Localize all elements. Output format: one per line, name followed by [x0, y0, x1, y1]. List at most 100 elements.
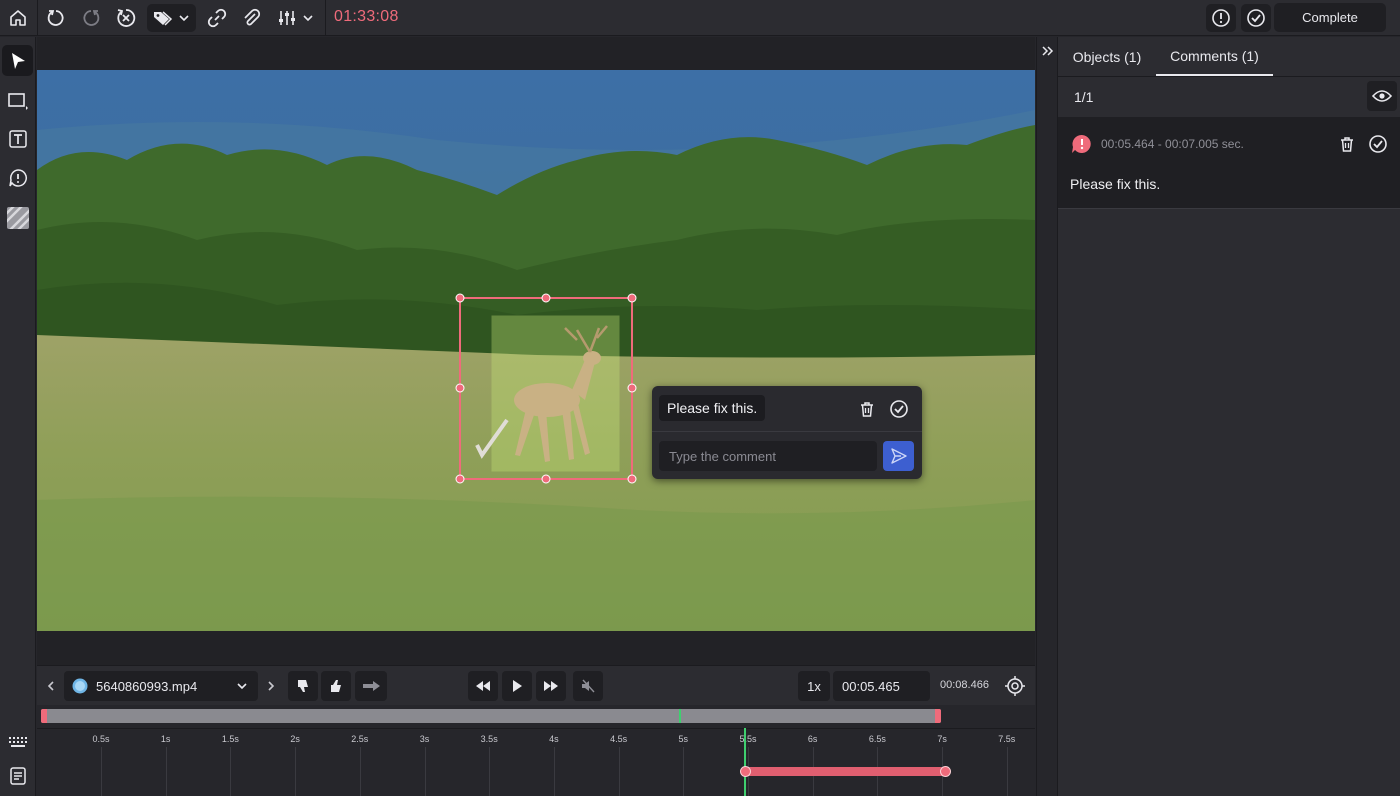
timeline-tick-label: 4.5s	[610, 734, 628, 744]
timeline-scrubber[interactable]	[41, 709, 941, 723]
validate-button[interactable]	[1241, 4, 1271, 32]
sliders-icon	[279, 11, 295, 25]
volume-muted-icon	[582, 679, 595, 693]
playback-speed[interactable]: 1x	[798, 671, 830, 701]
timeline-tick-label: 0.5s	[92, 734, 110, 744]
bounding-box-tool[interactable]	[2, 85, 33, 116]
fast-forward-icon	[544, 681, 558, 691]
focus-playhead-button[interactable]	[1003, 674, 1027, 698]
eye-icon	[1372, 90, 1392, 102]
comment-body: Please fix this.	[1070, 176, 1161, 192]
undo-button[interactable]	[42, 4, 70, 32]
collapse-panel-button[interactable]	[1039, 42, 1057, 60]
mask-tool[interactable]	[2, 202, 33, 233]
previous-file-button[interactable]	[42, 676, 60, 696]
top-toolbar: 01:33:08 Complete	[0, 0, 1400, 36]
scrubber-start-handle[interactable]	[41, 709, 47, 723]
timeline-tick-label: 1s	[160, 734, 171, 744]
video-file-icon	[72, 678, 88, 694]
delete-comment-button[interactable]	[1336, 133, 1358, 155]
check-circle-icon	[890, 400, 908, 418]
issues-button[interactable]	[1206, 4, 1236, 32]
select-tool[interactable]	[2, 45, 33, 76]
timeline-tick-label: 6s	[807, 734, 818, 744]
timeline-tick-line	[618, 747, 620, 796]
instructions-button[interactable]	[2, 760, 33, 791]
undo-icon	[47, 10, 64, 26]
link-button[interactable]	[203, 4, 231, 32]
chevron-down-icon	[303, 15, 313, 22]
complete-button[interactable]: Complete	[1274, 3, 1386, 32]
text-tool[interactable]	[2, 123, 33, 154]
comment-input[interactable]	[659, 441, 877, 471]
tab-objects[interactable]: Objects (1)	[1064, 37, 1150, 76]
scrubber-end-handle[interactable]	[935, 709, 941, 723]
timeline-tick-label: 1.5s	[221, 734, 239, 744]
timeline-tick-label: 7s	[937, 734, 947, 744]
rectangle-icon	[7, 92, 28, 110]
issue-tool[interactable]	[2, 162, 33, 193]
paperclip-icon	[244, 8, 261, 26]
tag-icon	[154, 11, 173, 26]
chevron-left-icon	[47, 681, 54, 691]
toggle-visibility-button[interactable]	[1367, 81, 1397, 111]
timeline-ruler[interactable]: 0.5s 1s 1.5s 2s 2.5s 3s 3.5s 4s 4.5s 5s 5.5s 6s 6.5s…	[37, 728, 1035, 796]
link-icon	[207, 8, 227, 28]
thumbs-up-icon	[331, 680, 341, 692]
timeline-tick-label: 6.5s	[868, 734, 886, 744]
comment-counter: 1/1	[1074, 89, 1094, 105]
mute-button[interactable]	[573, 671, 603, 701]
keyboard-shortcuts-button[interactable]	[2, 726, 33, 757]
home-button[interactable]	[3, 4, 33, 32]
video-frame[interactable]	[37, 70, 1035, 631]
trash-icon	[861, 402, 873, 417]
chevron-down-icon	[179, 15, 189, 22]
annotation-canvas[interactable]	[37, 37, 1035, 665]
timeline-tick-line	[295, 747, 297, 796]
timeline-tick-label: 2.5s	[351, 734, 369, 744]
timeline[interactable]: 0.5s 1s 1.5s 2s 2.5s 3s 3.5s 4s 4.5s 5s 5.5s 6s 6.5s…	[37, 705, 1035, 796]
fast-forward-button[interactable]	[536, 671, 566, 701]
timeline-tick-label: 3s	[419, 734, 430, 744]
comment-time-range: 00:05.464 - 00:07.005 sec.	[1101, 137, 1244, 151]
playhead[interactable]	[744, 728, 746, 796]
approve-button[interactable]	[321, 671, 351, 701]
timeline-tick-line	[165, 747, 167, 796]
rewind-button[interactable]	[468, 671, 498, 701]
current-time-field[interactable]: 00:05.465	[833, 671, 930, 701]
file-select[interactable]: 5640860993.mp4	[64, 671, 258, 701]
reject-button[interactable]	[288, 671, 318, 701]
send-comment-button[interactable]	[883, 441, 914, 471]
arrow-right-icon	[363, 681, 380, 691]
play-button[interactable]	[502, 671, 532, 701]
skip-button[interactable]	[355, 671, 387, 701]
cursor-icon	[11, 52, 25, 69]
next-file-button[interactable]	[262, 676, 280, 696]
send-icon	[890, 448, 907, 464]
comment-range-bar[interactable]	[740, 766, 951, 777]
trash-icon	[1341, 137, 1353, 152]
play-icon	[513, 680, 522, 692]
comment-item[interactable]: 00:05.464 - 00:07.005 sec. Please fix th…	[1058, 117, 1400, 209]
resolve-comment-button[interactable]	[1366, 132, 1390, 156]
comment-text: Please fix this.	[659, 395, 766, 421]
hatch-pattern-icon	[6, 206, 29, 229]
tag-dropdown[interactable]	[147, 4, 196, 32]
attach-button[interactable]	[238, 4, 266, 32]
home-icon	[10, 10, 26, 26]
document-icon	[9, 766, 26, 785]
target-icon	[1005, 676, 1025, 696]
duration-label: 00:08.466	[940, 679, 989, 691]
reset-icon	[117, 9, 136, 27]
timeline-tick-line	[359, 747, 361, 796]
timeline-tick-line	[230, 747, 232, 796]
delete-comment-button[interactable]	[856, 398, 878, 420]
resolve-comment-button[interactable]	[887, 397, 911, 421]
filter-dropdown[interactable]	[273, 4, 319, 32]
tab-comments[interactable]: Comments (1)	[1156, 37, 1273, 76]
timeline-tick-line	[1006, 747, 1008, 796]
redo-button[interactable]	[77, 4, 105, 32]
chevron-down-icon	[237, 683, 247, 690]
reset-button[interactable]	[112, 4, 140, 32]
timeline-tick-line	[101, 747, 102, 796]
